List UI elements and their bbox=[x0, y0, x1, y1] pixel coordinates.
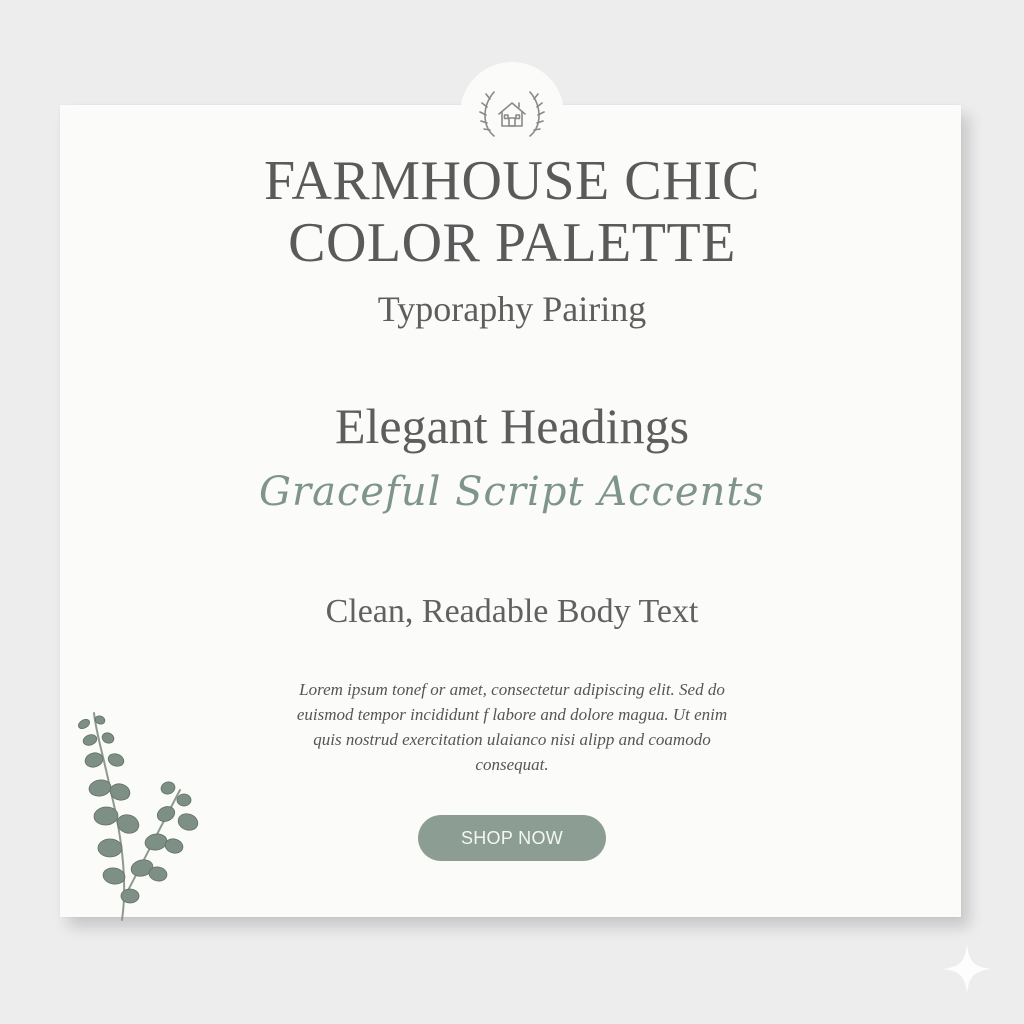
heading-font-sample: Elegant Headings bbox=[334, 398, 690, 454]
sparkle-icon bbox=[942, 944, 992, 994]
lorem-paragraph: Lorem ipsum tonef or amet, consectetur a… bbox=[262, 677, 762, 777]
lorem-line: consequat. bbox=[475, 755, 549, 774]
lorem-line: Lorem ipsum tonef or amet, consectetur a… bbox=[299, 680, 725, 699]
lorem-line: euismod tempor incididunt f labore and d… bbox=[296, 705, 728, 724]
page-title: FARMHOUSE CHIC COLOR PALETTE bbox=[0, 150, 1024, 274]
house-laurel-icon bbox=[479, 91, 545, 137]
shop-now-button[interactable]: SHOP NOW bbox=[418, 815, 606, 861]
body-font-sample: Clean, Readable Body Text bbox=[325, 593, 699, 630]
eucalyptus-sprig-icon bbox=[78, 712, 199, 921]
title-line: COLOR PALETTE bbox=[288, 212, 736, 274]
subtitle: Typoraphy Pairing bbox=[377, 289, 647, 329]
script-font-sample: Graceful Script Accents bbox=[259, 469, 765, 515]
title-line: FARMHOUSE CHIC bbox=[263, 150, 761, 212]
lorem-line: quis nostrud exercitation ulaianco nisi … bbox=[313, 730, 711, 749]
